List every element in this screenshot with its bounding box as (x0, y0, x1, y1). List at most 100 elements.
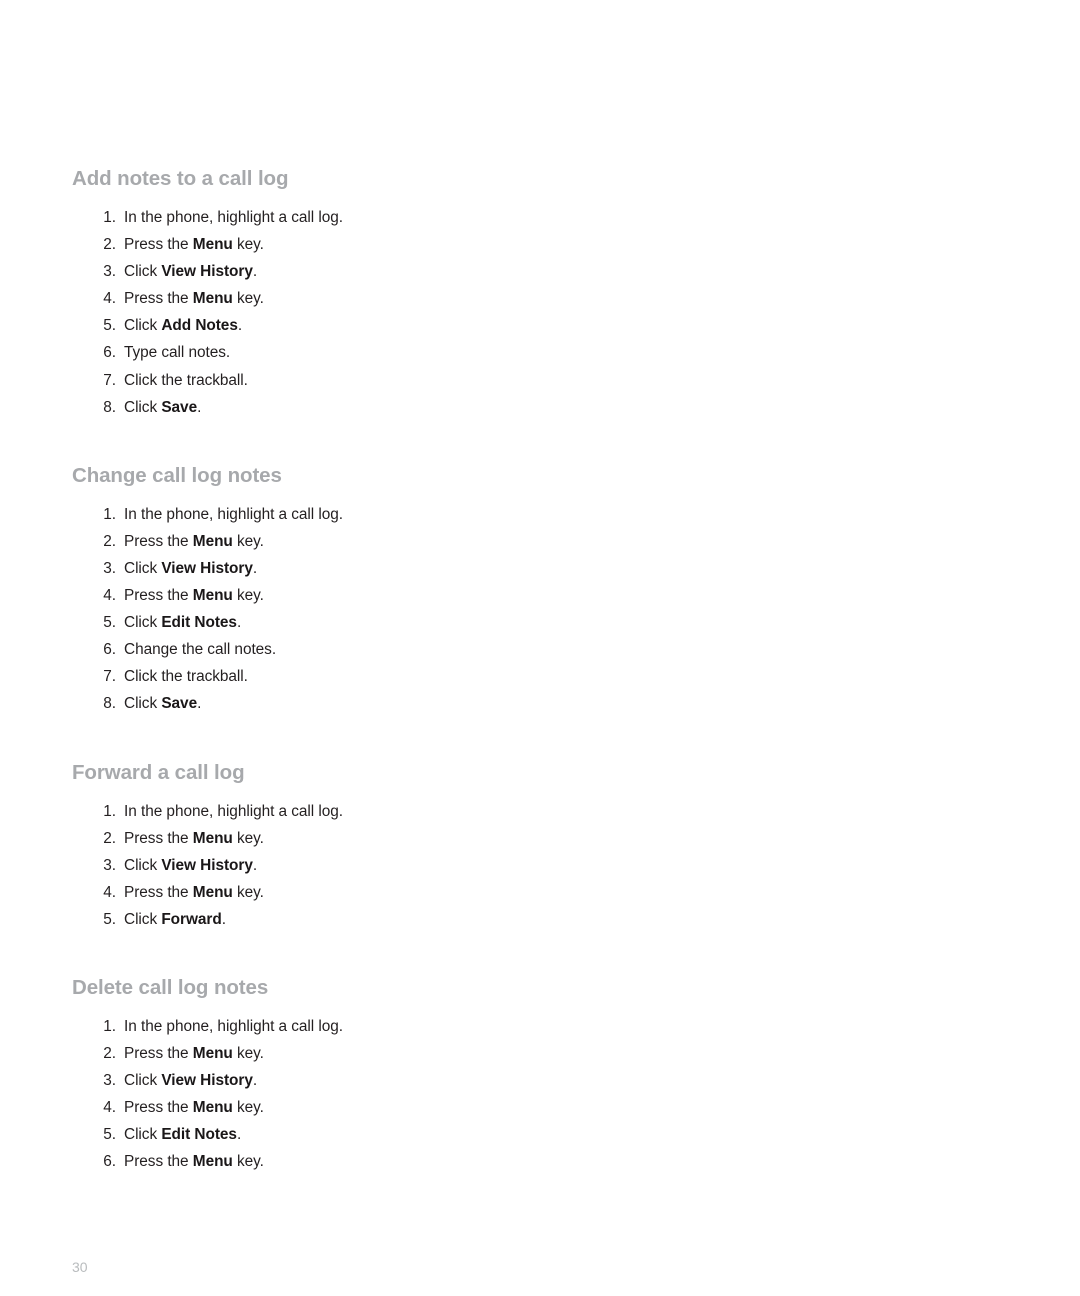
step-text-run: Press the (124, 587, 193, 605)
step-item: Press the Menu key. (72, 231, 932, 258)
step-text: Click Save. (124, 695, 201, 712)
step-text: Click View History. (124, 560, 257, 577)
step-text: In the phone, highlight a call log. (124, 209, 343, 226)
step-item: Click View History. (72, 852, 932, 879)
step-text: In the phone, highlight a call log. (124, 803, 343, 820)
procedure-section: Add notes to a call log In the phone, hig… (72, 166, 932, 421)
step-text: Click View History. (124, 263, 257, 280)
step-text-run: Press the (124, 829, 193, 847)
step-item: Press the Menu key. (72, 1148, 932, 1175)
step-text: Type call notes. (124, 344, 230, 361)
step-text-run: Change the call notes. (124, 641, 277, 659)
step-text-run: Click (124, 398, 162, 416)
step-text-run: key. (232, 290, 264, 308)
step-text-run: Click (124, 559, 162, 577)
step-text: Click the trackball. (124, 668, 248, 685)
step-text: Click Forward. (124, 911, 226, 928)
step-text-run: . (236, 614, 242, 632)
step-text-run: In the phone, highlight a call log. (124, 209, 344, 226)
procedure-section: Forward a call log In the phone, highligh… (72, 760, 932, 934)
step-text-run: Press the (124, 1045, 193, 1063)
step-text: Press the Menu key. (124, 1045, 264, 1062)
step-text-run: Press the (124, 532, 193, 550)
step-text-run: Click (124, 317, 162, 335)
step-text-run: Type call notes. (124, 344, 231, 362)
step-list: In the phone, highlight a call log. Press… (72, 1013, 932, 1176)
step-item: Press the Menu key. (72, 528, 932, 555)
ui-label-emphasis: Menu (192, 290, 233, 308)
procedure-section: Delete call log notes In the phone, highl… (72, 975, 932, 1176)
step-text-run: key. (232, 532, 264, 550)
ui-label-emphasis: Save (161, 695, 198, 713)
page-number: 30 (72, 1259, 88, 1275)
document-page: Add notes to a call log In the phone, hig… (0, 0, 1080, 1296)
step-item: Click Add Notes. (72, 312, 932, 339)
step-text-run: Click (124, 910, 162, 928)
ui-label-emphasis: Menu (192, 829, 233, 847)
step-text: Click Save. (124, 399, 201, 416)
step-text: Click the trackball. (124, 372, 248, 389)
step-item: In the phone, highlight a call log. (72, 1013, 932, 1040)
ui-label-emphasis: Menu (192, 1099, 233, 1117)
step-text-run: Press the (124, 290, 193, 308)
step-text-run: Press the (124, 1099, 193, 1117)
step-text: Click Edit Notes. (124, 614, 241, 631)
step-text-run: Press the (124, 236, 193, 254)
step-item: In the phone, highlight a call log. (72, 798, 932, 825)
step-text-run: . (252, 263, 258, 281)
step-text: Press the Menu key. (124, 884, 264, 901)
step-item: Click View History. (72, 258, 932, 285)
step-text-run: Click the trackball. (124, 371, 248, 389)
step-item: Click Save. (72, 690, 932, 717)
step-text-run: key. (232, 1153, 264, 1171)
ui-label-emphasis: Menu (192, 1045, 233, 1063)
step-list: In the phone, highlight a call log. Press… (72, 204, 932, 421)
section-heading: Add notes to a call log (72, 167, 289, 190)
step-item: Click Save. (72, 394, 932, 421)
step-text: Click View History. (124, 857, 257, 874)
ui-label-emphasis: Edit Notes (161, 1126, 237, 1144)
step-item: Click the trackball. (72, 367, 932, 394)
step-item: Click View History. (72, 1067, 932, 1094)
step-item: Click Edit Notes. (72, 1121, 932, 1148)
step-text: Press the Menu key. (124, 290, 264, 307)
step-item: Click the trackball. (72, 663, 932, 690)
step-text-run: Click (124, 1072, 162, 1090)
step-list: In the phone, highlight a call log. Press… (72, 501, 932, 718)
step-text-run: . (237, 317, 243, 335)
step-text-run: Click (124, 614, 162, 632)
step-item: Press the Menu key. (72, 582, 932, 609)
ui-label-emphasis: Menu (192, 236, 233, 254)
step-text-run: . (197, 398, 202, 416)
step-text-run: In the phone, highlight a call log. (124, 802, 344, 820)
step-text-run: . (252, 1072, 258, 1090)
step-item: Click Edit Notes. (72, 609, 932, 636)
step-text-run: key. (232, 1099, 264, 1117)
step-text: In the phone, highlight a call log. (124, 506, 343, 523)
step-text-run: Press the (124, 883, 193, 901)
step-text: Press the Menu key. (124, 236, 264, 253)
ui-label-emphasis: View History (161, 263, 253, 281)
step-text: Press the Menu key. (124, 533, 264, 550)
ui-label-emphasis: View History (161, 856, 253, 874)
ui-label-emphasis: Add Notes (161, 317, 238, 335)
step-text-run: Click (124, 695, 162, 713)
step-text-run: . (252, 559, 258, 577)
step-text-run: Click (124, 1126, 162, 1144)
ui-label-emphasis: View History (161, 1072, 253, 1090)
step-item: Press the Menu key. (72, 1040, 932, 1067)
step-text-run: . (221, 910, 226, 928)
step-text-run: In the phone, highlight a call log. (124, 1017, 344, 1035)
ui-label-emphasis: View History (161, 559, 253, 577)
section-heading: Change call log notes (72, 463, 282, 487)
step-text: Press the Menu key. (124, 587, 264, 604)
step-item: Press the Menu key. (72, 1094, 932, 1121)
ui-label-emphasis: Menu (192, 1153, 233, 1171)
step-item: Press the Menu key. (72, 825, 932, 852)
step-item: Click Forward. (72, 906, 932, 933)
step-text-run: key. (232, 236, 264, 254)
page-content: Add notes to a call log In the phone, hig… (72, 166, 932, 1176)
step-text-run: . (252, 856, 258, 874)
step-item: Change the call notes. (72, 636, 932, 663)
step-text-run: . (236, 1126, 242, 1144)
